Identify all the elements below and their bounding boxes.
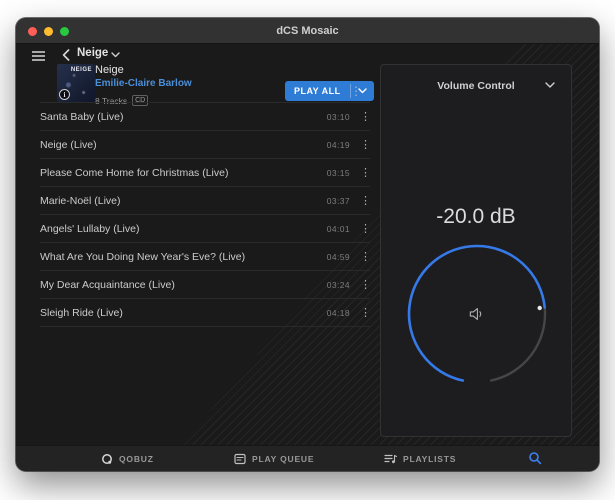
traffic-lights [28,18,69,44]
track-duration: 04:18 [326,307,350,318]
track-more-icon[interactable]: ⋮ [360,306,371,319]
track-duration: 04:59 [326,251,350,262]
track-duration: 03:15 [326,167,350,178]
bottom-tab-bar: QOBUZ PLAY QUEUE PLAYLISTS [16,445,599,471]
track-title: My Dear Acquaintance (Live) [40,278,175,291]
close-button[interactable] [28,26,37,36]
track-more-icon[interactable]: ⋮ [360,222,371,235]
track-title: Marie-Noël (Live) [40,194,121,207]
track-row[interactable]: Please Come Home for Christmas (Live) 03… [40,159,371,187]
back-chevron-icon[interactable] [62,49,70,61]
title-bar: dCS Mosaic [16,18,599,44]
track-duration: 03:24 [326,279,350,290]
track-duration: 04:19 [326,139,350,150]
track-more-icon[interactable]: ⋮ [360,250,371,263]
track-title: Angels' Lullaby (Live) [40,222,140,235]
artist-link[interactable]: Emilie-Claire Barlow [95,78,192,89]
zoom-button[interactable] [60,26,69,36]
track-row[interactable]: Neige (Live) 04:19 ⋮ [40,131,371,159]
volume-level-readout: -20.0 dB [436,205,516,228]
playlists-icon [384,454,397,464]
track-row[interactable]: My Dear Acquaintance (Live) 03:24 ⋮ [40,271,371,299]
breadcrumb-chevron-down-icon[interactable] [111,52,120,58]
track-more-icon[interactable]: ⋮ [360,110,371,123]
track-duration: 04:01 [326,223,350,234]
search-icon[interactable] [528,451,544,467]
track-more-icon[interactable]: ⋮ [360,278,371,291]
track-duration: 03:37 [326,195,350,206]
play-queue-label: PLAY QUEUE [252,454,315,464]
track-title: Please Come Home for Christmas (Live) [40,166,229,179]
track-row[interactable]: Sleigh Ride (Live) 04:18 ⋮ [40,299,371,327]
app-window: dCS Mosaic Neige NEIGE i Neige Emilie-Cl… [16,18,599,471]
volume-collapse-chevron-icon[interactable] [545,82,555,89]
track-row[interactable]: Angels' Lullaby (Live) 04:01 ⋮ [40,215,371,243]
track-title: What Are You Doing New Year's Eve? (Live… [40,250,246,263]
qobuz-icon [102,454,112,464]
play-queue-icon [234,453,246,465]
volume-panel-title: Volume Control [437,80,515,92]
track-row[interactable]: Marie-Noël (Live) 03:37 ⋮ [40,187,371,215]
track-more-icon[interactable]: ⋮ [360,166,371,179]
hamburger-menu-icon[interactable] [32,51,45,62]
album-title: Neige [95,64,124,76]
track-list: Santa Baby (Live) 03:10 ⋮ Neige (Live) 0… [40,102,371,327]
speaker-icon[interactable] [467,304,487,324]
track-title: Sleigh Ride (Live) [40,306,123,319]
volume-control-panel: Volume Control -20.0 dB [380,64,572,437]
track-more-icon[interactable]: ⋮ [360,138,371,151]
track-title: Neige (Live) [40,138,97,151]
album-art: NEIGE i [57,64,95,102]
info-icon[interactable]: i [59,89,70,100]
tab-playlists[interactable]: PLAYLISTS [384,446,456,472]
album-art-text: NEIGE [70,67,92,73]
track-duration: 03:10 [326,111,350,122]
tab-qobuz[interactable]: QOBUZ [101,446,154,472]
tab-play-queue[interactable]: PLAY QUEUE [234,446,314,472]
main-content: Neige NEIGE i Neige Emilie-Claire Barlow… [16,44,599,445]
track-more-icon[interactable]: ⋮ [360,194,371,207]
track-row[interactable]: Santa Baby (Live) 03:10 ⋮ [40,103,371,131]
play-all-label: PLAY ALL [294,86,341,96]
album-more-options-icon[interactable]: ⋮ [350,82,362,100]
breadcrumb[interactable]: Neige [77,47,108,59]
track-title: Santa Baby (Live) [40,110,124,123]
playlists-label: PLAYLISTS [403,454,457,464]
qobuz-label: QOBUZ [119,454,154,464]
minimize-button[interactable] [44,26,53,36]
track-row[interactable]: What Are You Doing New Year's Eve? (Live… [40,243,371,271]
window-title: dCS Mosaic [276,24,339,37]
